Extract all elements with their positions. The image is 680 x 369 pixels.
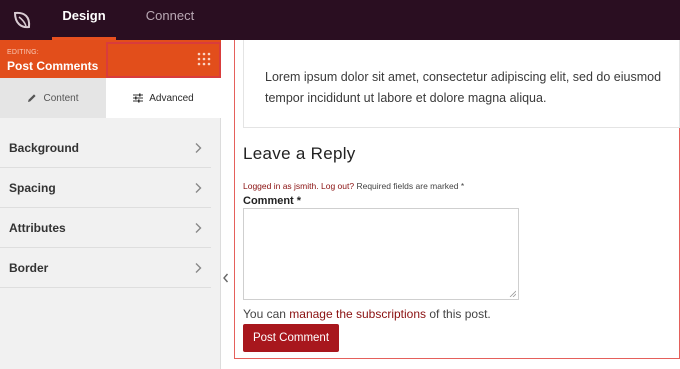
- sidebar-subtabs: Content Advanced: [0, 78, 221, 118]
- manage-subscriptions-link[interactable]: manage the subscriptions: [289, 307, 426, 321]
- tab-content[interactable]: Content: [0, 78, 106, 118]
- section-label: Attributes: [9, 221, 66, 235]
- subscriptions-line: You can manage the subscriptions of this…: [243, 307, 491, 321]
- collapse-sidebar-icon[interactable]: [221, 270, 231, 286]
- advanced-tab-highlight: [106, 42, 221, 78]
- section-attributes[interactable]: Attributes: [0, 208, 211, 248]
- tab-advanced-label: Advanced: [149, 92, 194, 104]
- logged-in-line: Logged in as jsmith. Log out? Required f…: [243, 181, 464, 191]
- section-border[interactable]: Border: [0, 248, 211, 288]
- leaf-logo-icon[interactable]: [0, 0, 44, 40]
- sidebar: EDITING: Post Comments Content Advanced …: [0, 40, 221, 369]
- log-out-link[interactable]: Log out?: [321, 181, 354, 191]
- comment-label: Comment *: [243, 195, 302, 207]
- pencil-icon: [28, 94, 37, 102]
- lorem-text: Lorem ipsum dolor sit amet, consectetur …: [265, 70, 662, 105]
- tab-design[interactable]: Design: [52, 0, 116, 40]
- tab-content-label: Content: [43, 92, 79, 104]
- reply-heading: Leave a Reply: [243, 144, 356, 163]
- section-spacing[interactable]: Spacing: [0, 168, 211, 208]
- required-note: Required fields are marked *: [356, 181, 465, 191]
- comment-textarea[interactable]: [243, 208, 519, 300]
- chevron-right-icon: [195, 263, 202, 273]
- chevron-right-icon: [195, 223, 202, 233]
- section-label: Spacing: [9, 181, 56, 195]
- logged-in-link[interactable]: Logged in as jsmith.: [243, 181, 319, 191]
- tab-connect[interactable]: Connect: [134, 0, 206, 40]
- section-label: Background: [9, 141, 80, 155]
- chevron-right-icon: [195, 183, 202, 193]
- resize-grip-icon[interactable]: [509, 290, 516, 297]
- sliders-icon: [133, 93, 144, 103]
- editing-label: EDITING:: [7, 49, 39, 56]
- subs-suffix: of this post.: [429, 307, 491, 321]
- chevron-right-icon: [195, 143, 202, 153]
- subs-prefix: You can: [243, 307, 286, 321]
- post-comment-button[interactable]: Post Comment: [243, 324, 339, 352]
- section-background[interactable]: Background: [0, 128, 211, 168]
- tab-advanced[interactable]: Advanced: [106, 78, 221, 118]
- top-bar: Design Connect: [0, 0, 680, 40]
- editing-title: Post Comments: [7, 59, 99, 73]
- text-block: Lorem ipsum dolor sit amet, consectetur …: [243, 40, 680, 128]
- settings-accordion: Background Spacing Attributes Border: [0, 128, 221, 288]
- section-label: Border: [9, 261, 49, 275]
